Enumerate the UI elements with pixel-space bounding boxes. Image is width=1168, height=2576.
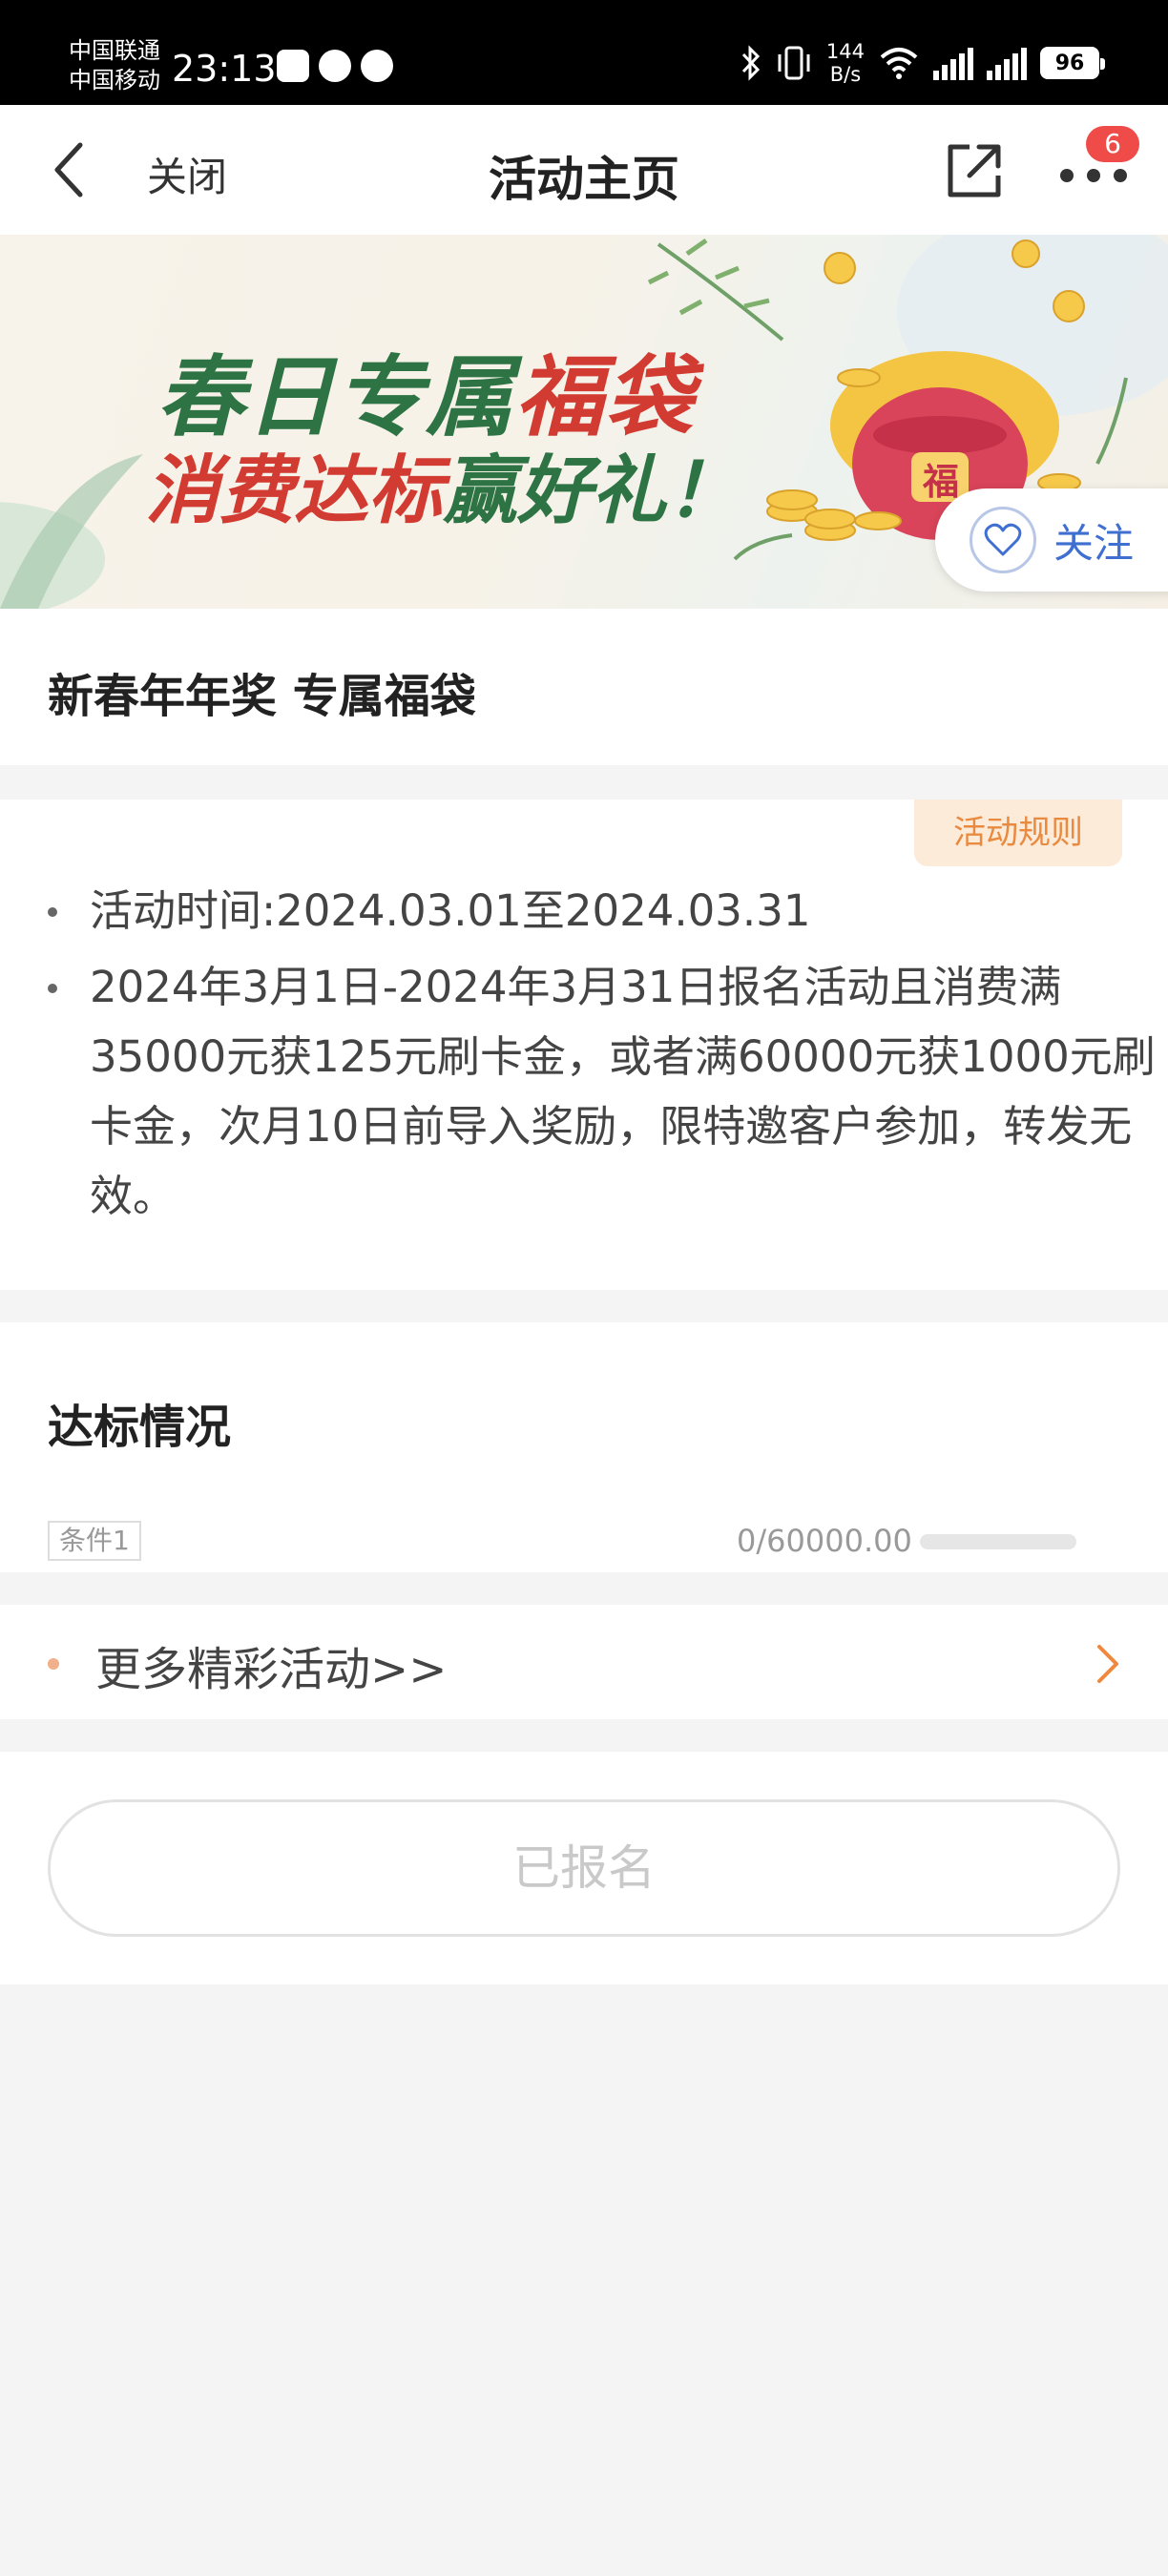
activity-title: 新春年年奖 专属福袋 [48,670,476,723]
chevron-right-icon [1097,1645,1118,1683]
heart-icon [970,507,1036,573]
follow-button[interactable]: 关注 [935,488,1168,592]
alarm-icon [319,50,351,82]
banner-subline-part-2: 赢好礼！ [443,448,741,534]
carrier-names: 中国联通 中国移动 [69,36,160,95]
rule-text-detail: 2024年3月1日-2024年3月31日报名活动且消费满35000元获125元刷… [90,962,1156,1221]
net-speed-value: 144 [825,40,865,63]
vibrate-icon [778,46,810,80]
battery-icon: 96 [1040,47,1105,79]
nav-bar: 关闭 活动主页 6 [0,105,1168,235]
register-area: 已报名 [0,1752,1168,1984]
banner-subline-part-1: 消费达标 [145,448,444,534]
rule-item: 2024年3月1日-2024年3月31日报名活动且消费满35000元获125元刷… [48,952,1158,1231]
activity-title-card: 新春年年奖 专属福袋 [0,609,1168,765]
net-speed-unit: B/s [829,63,862,86]
bullet-icon [48,1658,59,1670]
bullet-icon [48,984,57,993]
message-icon [361,50,393,82]
system-status-icons: 144 B/s 96 [740,40,1105,86]
carrier-2: 中国移动 [69,67,160,93]
rule-text-time: 活动时间:2024.03.01至2024.03.31 [90,885,811,936]
follow-label: 关注 [1053,519,1135,567]
registered-button[interactable]: 已报名 [48,1799,1120,1937]
status-bar: 中国联通 中国移动 23:13 144 B/s 96 [0,0,1168,105]
notification-icons [277,50,393,82]
progress-bar [920,1534,1076,1549]
progress-card: 达标情况 条件1 0/60000.00 [0,1322,1168,1572]
nfc-icon [277,50,309,82]
rules-card: 活动规则 活动时间:2024.03.01至2024.03.31 2024年3月1… [0,800,1168,1290]
signal-strength-icon-2 [987,46,1027,80]
bag-character: 福 [922,461,959,503]
carrier-1: 中国联通 [69,37,160,64]
back-arrow-icon[interactable] [42,135,99,204]
more-activities-label: 更多精彩活动>> [95,1643,448,1696]
signal-strength-icon-1 [933,46,973,80]
progress-value: 0/60000.00 [737,1523,912,1559]
bullet-icon [48,907,57,917]
clock: 23:13 [172,48,277,90]
notification-badge: 6 [1086,126,1139,162]
wifi-icon [880,48,918,79]
activity-rules-button[interactable]: 活动规则 [914,800,1122,866]
banner-subline: 消费达标赢好礼！ [145,431,740,538]
condition-tag: 条件1 [48,1521,141,1561]
network-speed: 144 B/s [826,40,865,86]
share-icon[interactable] [941,137,1008,204]
close-button[interactable]: 关闭 [147,145,227,203]
bluetooth-icon [741,45,760,81]
more-activities-link[interactable]: 更多精彩活动>> [0,1605,1168,1719]
progress-heading: 达标情况 [48,1401,232,1454]
rule-item: 活动时间:2024.03.01至2024.03.31 [48,876,1158,945]
